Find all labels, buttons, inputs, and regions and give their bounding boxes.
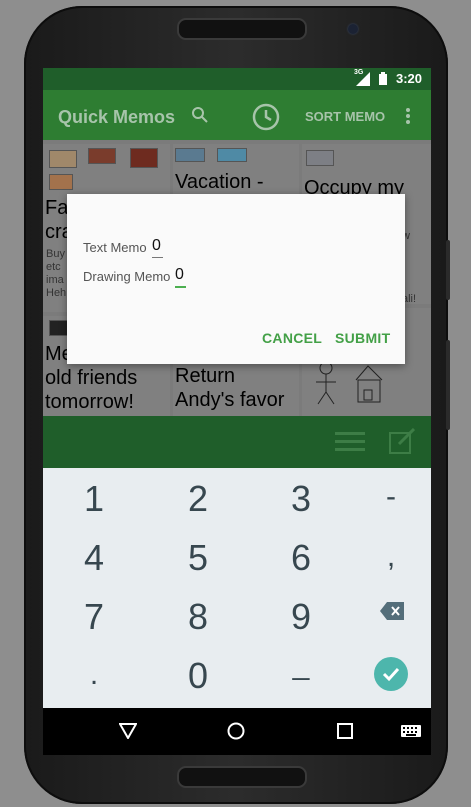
key-period[interactable]: . [64,658,124,692]
text-memo-field[interactable]: 0 [152,237,161,255]
network-type: 3G [354,69,364,76]
back-icon[interactable] [119,723,137,739]
key-6[interactable]: 6 [271,537,331,579]
history-icon[interactable] [251,102,281,132]
text-memo-label: Text Memo [83,240,147,255]
keyboard-icon[interactable] [401,725,421,737]
text-memo-underline [152,257,163,258]
memo-count-dialog: Text Memo 0 Drawing Memo 0 CANCEL SUBMIT [67,194,405,364]
drawing-memo-label: Drawing Memo [83,269,171,284]
status-time: 3:20 [396,71,423,86]
app-bar: Quick Memos SORT MEMO [43,90,431,140]
done-icon [382,667,400,682]
key-3[interactable]: 3 [271,478,331,520]
screen: 3G 3:20 Quick Memos SORT MEMO Fa cra Buy… [43,68,431,755]
backspace-icon[interactable] [380,602,404,620]
navigation-bar [43,708,431,755]
volume-button[interactable] [446,240,450,300]
key-2[interactable]: 2 [168,478,228,520]
recents-icon[interactable] [337,723,353,739]
key-7[interactable]: 7 [64,596,124,638]
key-minus[interactable]: - [361,480,421,514]
edit-icon[interactable] [389,428,415,454]
drawing-memo-underline [175,286,186,288]
front-camera [348,24,358,34]
top-speaker [177,18,307,40]
submit-button[interactable]: SUBMIT [335,330,390,346]
key-8[interactable]: 8 [168,596,228,638]
key-0[interactable]: 0 [168,655,228,697]
cancel-button[interactable]: CANCEL [262,330,322,346]
more-vert-icon[interactable] [403,106,413,126]
key-space[interactable]: _ [271,648,331,682]
bottom-bar [43,416,431,468]
battery-icon [379,72,387,85]
done-button[interactable] [374,657,408,691]
list-icon[interactable] [335,430,365,452]
key-4[interactable]: 4 [64,537,124,579]
key-9[interactable]: 9 [271,596,331,638]
key-5[interactable]: 5 [168,537,228,579]
home-icon[interactable] [227,722,245,740]
sort-memo-button[interactable]: SORT MEMO [305,109,385,124]
drawing-memo-field[interactable]: 0 [175,266,184,284]
power-button[interactable] [446,340,450,430]
app-title: Quick Memos [58,107,176,127]
bottom-speaker [177,766,307,788]
key-1[interactable]: 1 [64,478,124,520]
key-comma[interactable]: , [361,540,421,574]
numeric-keypad: 1 2 3 - 4 5 6 , 7 8 9 . 0 _ [43,468,431,708]
status-bar: 3G 3:20 [43,68,431,90]
search-icon[interactable] [191,106,209,124]
